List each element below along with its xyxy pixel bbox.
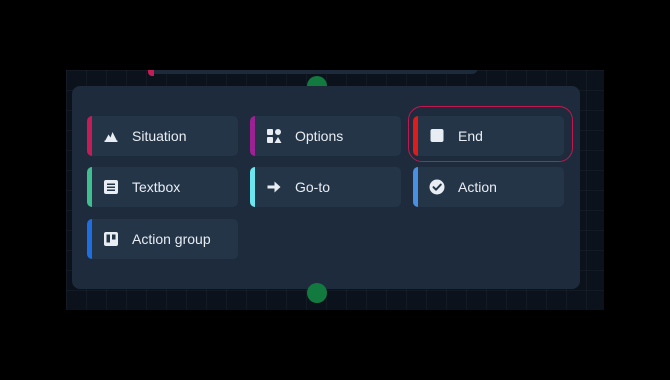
check-circle-icon	[429, 179, 445, 195]
previous-node-accent	[148, 70, 154, 76]
node-option-options[interactable]: Options	[250, 116, 401, 156]
node-color-bar	[413, 116, 418, 156]
node-option-action[interactable]: Action	[413, 167, 564, 207]
arrow-right-icon	[266, 179, 282, 195]
node-label: Textbox	[132, 179, 181, 195]
end-icon	[429, 128, 445, 144]
node-color-bar	[250, 167, 255, 207]
options-icon	[266, 128, 282, 144]
node-color-bar	[250, 116, 255, 156]
action-group-icon	[103, 231, 119, 247]
previous-node-edge	[148, 70, 478, 74]
node-label: Action group	[132, 231, 211, 247]
textbox-icon	[103, 179, 119, 195]
node-label: Action	[458, 179, 497, 195]
node-color-bar	[87, 116, 92, 156]
node-label: Options	[295, 128, 344, 144]
node-color-bar	[413, 167, 418, 207]
node-option-textbox[interactable]: Textbox	[87, 167, 238, 207]
node-option-situation[interactable]: Situation	[87, 116, 238, 156]
node-option-go-to[interactable]: Go-to	[250, 167, 401, 207]
node-type-picker: Situation Options End Textbox Go-to Acti…	[72, 86, 580, 289]
node-option-action-group[interactable]: Action group	[87, 219, 238, 259]
node-option-end[interactable]: End	[413, 116, 564, 156]
node-label: Go-to	[295, 179, 331, 195]
flow-canvas[interactable]: Situation Options End Textbox Go-to Acti…	[66, 70, 604, 310]
node-label: Situation	[132, 128, 187, 144]
node-color-bar	[87, 219, 92, 259]
node-color-bar	[87, 167, 92, 207]
situation-icon	[103, 128, 119, 144]
node-label: End	[458, 128, 483, 144]
connector-handle-bottom[interactable]	[307, 283, 327, 303]
